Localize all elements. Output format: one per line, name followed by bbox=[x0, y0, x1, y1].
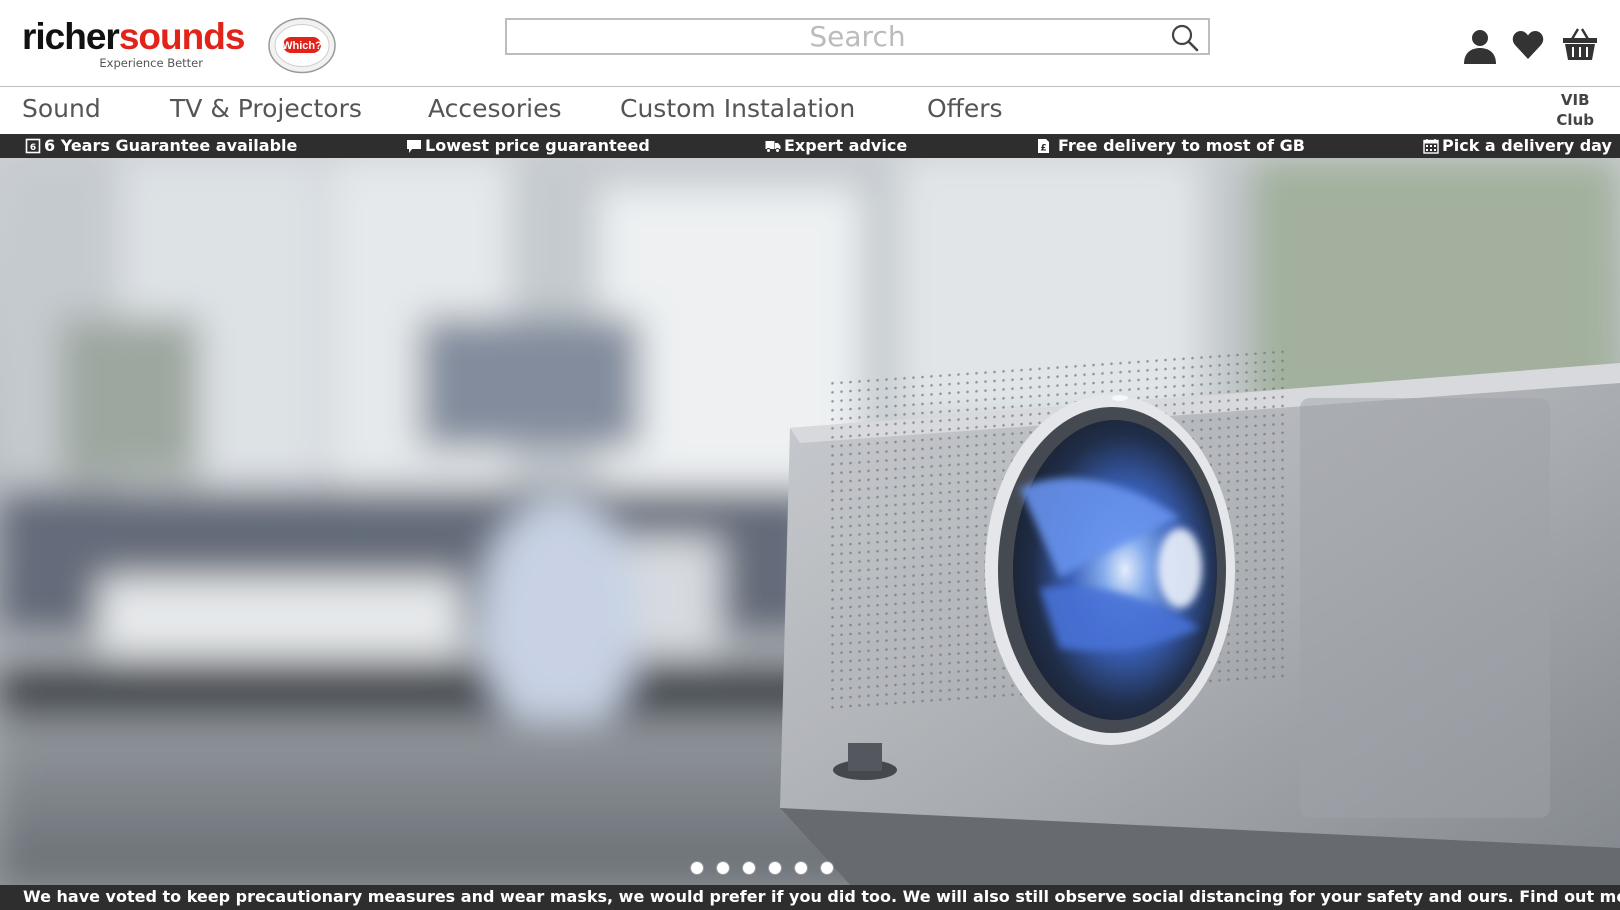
heart-icon[interactable] bbox=[1511, 28, 1545, 62]
basket-icon[interactable] bbox=[1562, 27, 1598, 61]
svg-text:6: 6 bbox=[30, 143, 36, 153]
logo-tagline: Experience Better bbox=[99, 56, 203, 70]
carousel-dot[interactable] bbox=[716, 861, 730, 875]
pound-icon: £ bbox=[1038, 138, 1049, 153]
hero-banner[interactable] bbox=[0, 158, 1620, 885]
vib-club-link[interactable]: VIB Club bbox=[1556, 90, 1594, 130]
usp-pick-delivery-day: Pick a delivery day bbox=[1423, 136, 1612, 155]
nav-item-offers[interactable]: Offers bbox=[927, 94, 1003, 123]
nav-item-custom-installation[interactable]: Custom Instalation bbox=[620, 94, 855, 123]
hero-projector-image bbox=[0, 158, 1620, 885]
chat-icon bbox=[407, 139, 421, 153]
search-input[interactable] bbox=[507, 20, 1208, 53]
brand-logo[interactable]: richersounds Experience Better bbox=[22, 16, 245, 71]
nav-item-accessories[interactable]: Accesories bbox=[428, 94, 561, 123]
carousel-dot[interactable] bbox=[768, 861, 782, 875]
usp-lowest-price: Lowest price guaranteed bbox=[406, 136, 650, 155]
which-recommended-badge: Which? bbox=[267, 17, 337, 74]
guarantee-icon: 6 bbox=[25, 138, 41, 153]
calendar-icon bbox=[1423, 138, 1439, 154]
svg-text:£: £ bbox=[1040, 143, 1046, 153]
carousel-dot[interactable] bbox=[794, 861, 808, 875]
svg-text:Which?: Which? bbox=[282, 40, 322, 52]
usp-guarantee: 6 6 Years Guarantee available bbox=[25, 136, 297, 155]
nav-item-tv-projectors[interactable]: TV & Projectors bbox=[170, 94, 362, 123]
user-icon[interactable] bbox=[1462, 28, 1498, 64]
nav-item-sound[interactable]: Sound bbox=[22, 94, 101, 123]
usp-bar: 6 6 Years Guarantee available Lowest pri… bbox=[0, 134, 1620, 158]
carousel-dot[interactable] bbox=[742, 861, 756, 875]
usp-expert-advice: Expert advice bbox=[765, 136, 907, 155]
vib-label-line1: VIB bbox=[1560, 91, 1590, 109]
usp-free-delivery: £ Free delivery to most of GB bbox=[1035, 136, 1305, 155]
truck-icon bbox=[765, 140, 781, 153]
search-icon[interactable] bbox=[1170, 23, 1200, 53]
logo-wordmark: richersounds bbox=[22, 16, 245, 57]
site-header: richersounds Experience Better Which? bbox=[0, 0, 1620, 87]
carousel-dot[interactable] bbox=[690, 861, 704, 875]
search-box bbox=[505, 18, 1210, 55]
covid-notice-bar[interactable]: We have voted to keep precautionary meas… bbox=[0, 885, 1620, 910]
main-nav: Sound TV & Projectors Accesories Custom … bbox=[0, 88, 1620, 134]
carousel-dot[interactable] bbox=[820, 861, 834, 875]
carousel-dots bbox=[690, 861, 834, 875]
vib-label-line2: Club bbox=[1556, 111, 1594, 129]
